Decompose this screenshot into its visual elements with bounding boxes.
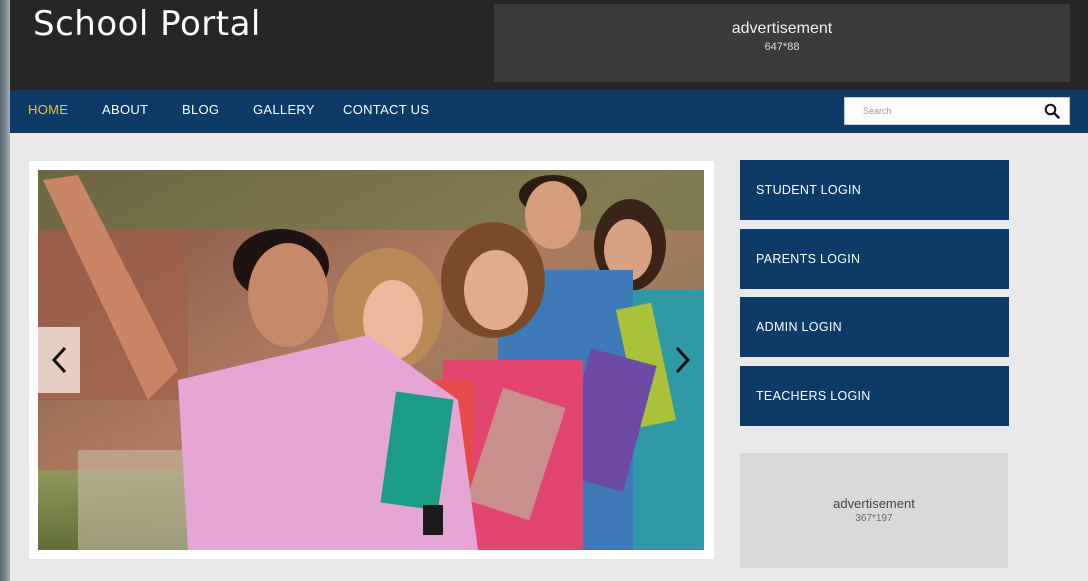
student-login-button[interactable]: STUDENT LOGIN [740, 160, 1009, 220]
chevron-left-icon [51, 346, 67, 374]
parents-login-button[interactable]: PARENTS LOGIN [740, 229, 1009, 289]
chevron-right-icon [675, 346, 691, 374]
slider-prev-button[interactable] [38, 327, 80, 393]
nav-item-gallery[interactable]: GALLERY [253, 90, 315, 133]
main-nav: HOME ABOUT BLOG GALLERY CONTACT US [10, 90, 1088, 133]
slide-image [38, 170, 704, 550]
ad-banner-side[interactable]: advertisement 367*197 [740, 453, 1008, 568]
nav-item-home[interactable]: HOME [28, 90, 68, 133]
image-slider [29, 161, 714, 559]
ad-label: advertisement [731, 20, 833, 37]
students-photo [38, 170, 704, 550]
admin-login-button[interactable]: ADMIN LOGIN [740, 297, 1009, 357]
ad-banner-top[interactable]: advertisement 647*88 [494, 4, 1070, 82]
teachers-login-button[interactable]: TEACHERS LOGIN [740, 366, 1009, 426]
nav-item-about[interactable]: ABOUT [102, 90, 148, 133]
slider-next-button[interactable] [662, 327, 704, 393]
search-button[interactable] [1035, 98, 1069, 124]
nav-item-blog[interactable]: BLOG [182, 90, 219, 133]
search-box [844, 97, 1070, 125]
nav-item-contact-us[interactable]: CONTACT US [343, 90, 429, 133]
site-header: School Portal advertisement 647*88 [10, 0, 1088, 90]
page-frame: School Portal advertisement 647*88 HOME … [10, 0, 1088, 581]
ad-size: 647*88 [764, 41, 800, 53]
ad-label: advertisement [833, 496, 915, 511]
search-input[interactable] [845, 98, 1035, 124]
site-title[interactable]: School Portal [33, 4, 261, 44]
search-icon [1044, 103, 1060, 119]
ad-size: 367*197 [855, 513, 893, 524]
